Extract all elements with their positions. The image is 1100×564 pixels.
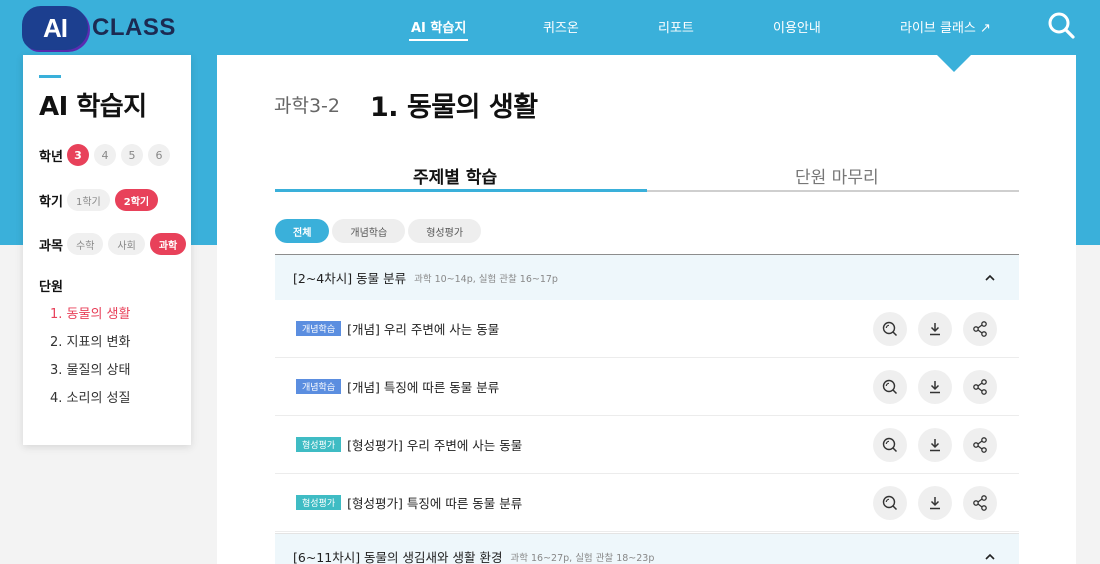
list-item: 형성평가 [형성평가] 특징에 따른 동물 분류 — [275, 474, 1019, 532]
filter-concept[interactable]: 개념학습 — [332, 219, 406, 243]
page-title: 1. 동물의 생활 — [370, 92, 538, 123]
group-title: [6~11차시] 동물의 생김새와 생활 환경 — [293, 550, 503, 564]
concept-badge: 개념학습 — [296, 379, 342, 394]
share-icon[interactable] — [963, 486, 997, 520]
active-tab-indicator — [275, 189, 647, 192]
chevron-up-icon[interactable] — [983, 550, 997, 564]
group-header[interactable]: [6~11차시] 동물의 생김새와 생활 환경 과학 16~27p, 실험 관찰… — [275, 533, 1019, 564]
subject-option[interactable]: 사회 — [108, 233, 145, 255]
subject-option[interactable]: 과학 — [149, 233, 187, 255]
preview-icon[interactable] — [873, 312, 907, 346]
semester-option[interactable]: 1학기 — [67, 189, 110, 211]
grade-option[interactable]: 5 — [121, 144, 143, 166]
concept-badge: 개념학습 — [296, 321, 342, 336]
nav-live-class[interactable]: 라이브 클래스 ↗ — [900, 17, 991, 36]
nav-guide[interactable]: 이용안내 — [773, 17, 821, 36]
subject-label: 과목 — [39, 238, 63, 254]
logo-mark: AI — [22, 6, 88, 50]
nav-indicator — [936, 54, 972, 72]
unit-item[interactable]: 4. 소리의 성질 — [50, 387, 130, 406]
grade-option[interactable]: 4 — [94, 144, 116, 166]
share-icon[interactable] — [963, 312, 997, 346]
main-panel: 과학3-2 1. 동물의 생활 주제별 학습 단원 마무리 전체 개념학습 형성… — [217, 55, 1076, 564]
subject-code: 과학3-2 — [274, 95, 340, 117]
semester-label: 학기 — [39, 194, 63, 210]
list-item: 개념학습 [개념] 특징에 따른 동물 분류 — [275, 358, 1019, 416]
grade-option[interactable]: 6 — [148, 144, 170, 166]
list-item: 형성평가 [형성평가] 우리 주변에 사는 동물 — [275, 416, 1019, 474]
share-icon[interactable] — [963, 428, 997, 462]
assessment-badge: 형성평가 — [296, 437, 342, 452]
nav-report[interactable]: 리포트 — [658, 17, 694, 36]
tab-topic-learning[interactable]: 주제별 학습 — [413, 163, 497, 188]
title-accent — [39, 75, 61, 78]
item-title[interactable]: [개념] 우리 주변에 사는 동물 — [347, 319, 499, 338]
share-icon[interactable] — [963, 370, 997, 404]
preview-icon[interactable] — [873, 370, 907, 404]
download-icon[interactable] — [918, 428, 952, 462]
semester-filter: 학기 1학기 2학기 — [39, 189, 163, 211]
subject-filter: 과목 수학 사회 과학 — [39, 233, 191, 255]
group-header[interactable]: [2~4차시] 동물 분류 과학 10~14p, 실험 관찰 16~17p — [275, 254, 1019, 300]
item-title[interactable]: [형성평가] 우리 주변에 사는 동물 — [347, 435, 522, 454]
grade-label: 학년 — [39, 149, 63, 165]
filter-chips: 전체 개념학습 형성평가 — [275, 219, 484, 243]
group-pages: 과학 10~14p, 실험 관찰 16~17p — [414, 273, 558, 285]
unit-item[interactable]: 2. 지표의 변화 — [50, 331, 130, 350]
group-pages: 과학 16~27p, 실험 관찰 18~23p — [510, 552, 655, 564]
group-title: [2~4차시] 동물 분류 — [293, 271, 407, 286]
tab-underline — [647, 190, 1019, 192]
nav-quiz-on[interactable]: 퀴즈온 — [543, 17, 579, 36]
unit-label: 단원 — [39, 280, 63, 295]
download-icon[interactable] — [918, 312, 952, 346]
list-item: 개념학습 [개념] 우리 주변에 사는 동물 — [275, 300, 1019, 358]
unit-item[interactable]: 3. 물질의 상태 — [50, 359, 130, 378]
logo-text: CLASS — [92, 14, 176, 41]
sidebar: AI 학습지 학년 3 4 5 6 학기 1학기 2학기 과목 수학 사회 과학… — [23, 55, 191, 445]
search-icon[interactable] — [1046, 10, 1076, 40]
filter-all[interactable]: 전체 — [275, 219, 330, 243]
tab-unit-review[interactable]: 단원 마무리 — [795, 163, 879, 188]
download-icon[interactable] — [918, 370, 952, 404]
logo[interactable]: AI CLASS — [22, 6, 176, 50]
chevron-up-icon[interactable] — [983, 271, 997, 285]
grade-filter: 학년 3 4 5 6 — [39, 144, 175, 166]
filter-assessment[interactable]: 형성평가 — [408, 219, 482, 243]
grade-option[interactable]: 3 — [67, 144, 89, 166]
preview-icon[interactable] — [873, 486, 907, 520]
assessment-badge: 형성평가 — [296, 495, 342, 510]
item-title[interactable]: [개념] 특징에 따른 동물 분류 — [347, 377, 499, 396]
nav-ai-worksheet[interactable]: AI 학습지 — [408, 17, 469, 41]
sidebar-title: AI 학습지 — [39, 92, 147, 122]
preview-icon[interactable] — [873, 428, 907, 462]
subject-option[interactable]: 수학 — [67, 233, 104, 255]
item-title[interactable]: [형성평가] 특징에 따른 동물 분류 — [347, 493, 522, 512]
unit-item[interactable]: 1. 동물의 생활 — [50, 303, 130, 322]
semester-option[interactable]: 2학기 — [114, 189, 159, 211]
download-icon[interactable] — [918, 486, 952, 520]
